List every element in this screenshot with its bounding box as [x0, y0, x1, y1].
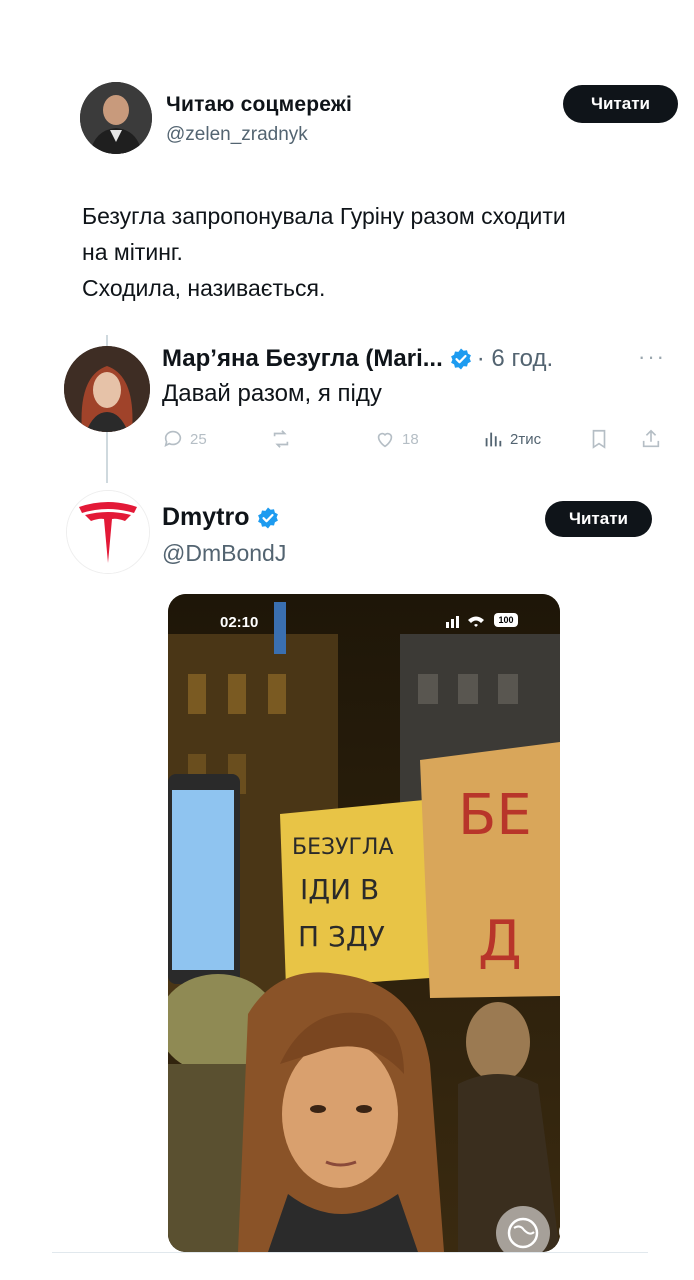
- display-name[interactable]: Читаю соцмережі: [166, 93, 352, 117]
- more-options-icon[interactable]: ···: [638, 344, 666, 370]
- tweet2-header: Dmytro: [162, 503, 280, 532]
- avatar[interactable]: [64, 346, 150, 432]
- share-icon: [642, 429, 660, 448]
- reply-count: 25: [190, 430, 207, 448]
- tweet-photo[interactable]: БЕЗУГЛА ІДИ В П ЗДУ БЕ Д 02:10 100: [168, 594, 560, 1252]
- retweet-icon: [273, 430, 289, 448]
- verified-badge-icon: [450, 348, 471, 370]
- watermark-text: OBOZ.UA: [558, 1219, 676, 1246]
- tweet-text-line: Сходила, називається.: [82, 275, 326, 301]
- signal-wifi-icon: [446, 616, 484, 628]
- timestamp[interactable]: · 6 год.: [477, 345, 553, 373]
- reply-text: Давай разом, я піду: [162, 380, 382, 407]
- retweet-button[interactable]: [270, 428, 298, 450]
- tweet-text-line: Безугла запропонувала Гуріну разом сходи…: [82, 203, 566, 229]
- tweet-text-line: на мітинг.: [82, 239, 183, 265]
- avatar-photo-icon: [64, 346, 150, 432]
- share-button[interactable]: [640, 428, 668, 450]
- heart-icon: [377, 432, 393, 448]
- sign-text: БЕ: [458, 783, 532, 848]
- views-button[interactable]: 2тис: [482, 428, 541, 450]
- display-name[interactable]: Dmytro: [162, 503, 250, 532]
- tweet-text: Безугла запропонувала Гуріну разом сходи…: [82, 198, 682, 306]
- battery-indicator: 100: [494, 613, 518, 627]
- sign-text: БЕЗУГЛА: [292, 835, 394, 860]
- action-bar: 25 18 2тис: [162, 428, 662, 456]
- reply-header: Мар’яна Безугла (Mari... · 6 год.: [162, 341, 553, 377]
- bookmark-button[interactable]: [588, 428, 616, 450]
- avatar[interactable]: [66, 490, 150, 574]
- reply-button[interactable]: 25: [162, 428, 207, 450]
- avatar-photo-icon: [80, 82, 152, 154]
- verified-badge-icon: [257, 507, 278, 528]
- view-count: 2тис: [510, 430, 542, 448]
- protest-photo: БЕЗУГЛА ІДИ В П ЗДУ БЕ Д: [168, 594, 560, 1252]
- user-handle[interactable]: @zelen_zradnyk: [166, 124, 308, 146]
- follow-button[interactable]: Читати: [545, 501, 652, 537]
- bookmark-icon: [592, 429, 606, 449]
- divider: [52, 1252, 648, 1253]
- sign-text: П ЗДУ: [298, 920, 385, 953]
- user-handle[interactable]: @DmBondJ: [162, 540, 286, 567]
- like-count: 18: [402, 430, 419, 448]
- sign-text: ІДИ В: [300, 873, 379, 906]
- avatar[interactable]: [80, 82, 152, 154]
- display-name[interactable]: Мар’яна Безугла (Mari...: [162, 345, 443, 373]
- follow-button[interactable]: Читати: [563, 85, 678, 123]
- reply-icon: [164, 430, 182, 447]
- phone-status-time: 02:10: [220, 614, 259, 631]
- sign-text: Д: [478, 909, 522, 974]
- tesla-logo-icon: [67, 491, 149, 573]
- like-button[interactable]: 18: [374, 428, 419, 450]
- analytics-icon: [485, 432, 502, 447]
